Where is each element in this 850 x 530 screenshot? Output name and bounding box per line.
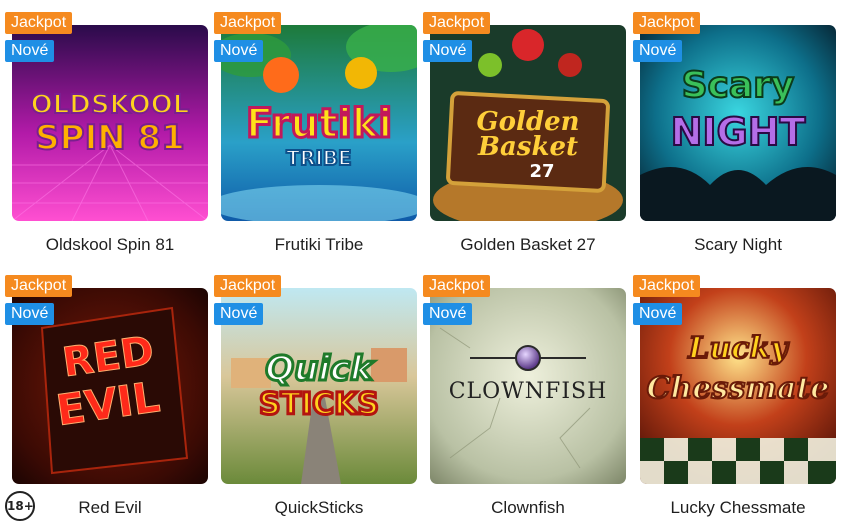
game-title[interactable]: Lucky Chessmate	[640, 498, 836, 518]
new-badge: Nové	[5, 40, 55, 62]
logo-line-2: TRIBE	[286, 146, 351, 170]
new-badge: Nové	[214, 303, 264, 325]
new-badge: Nové	[633, 40, 683, 62]
logo-line-1: Frutiki	[246, 101, 392, 147]
jackpot-badge: Jackpot	[5, 12, 73, 34]
game-title[interactable]: Oldskool Spin 81	[12, 235, 208, 255]
game-title[interactable]: Scary Night	[640, 235, 836, 255]
jackpot-badge: Jackpot	[633, 275, 701, 297]
logo-line-1: Quick	[265, 349, 375, 389]
age-restriction-badge: 18+	[5, 491, 35, 521]
jackpot-badge: Jackpot	[214, 12, 282, 34]
logo-line-1: OLDSKOOL	[31, 90, 190, 120]
jackpot-badge: Jackpot	[423, 275, 491, 297]
logo-line-2: Basket	[477, 132, 578, 162]
logo-line-1: Lucky	[687, 331, 790, 366]
jackpot-badge: Jackpot	[423, 12, 491, 34]
logo-line-1: CLOWNFISH	[449, 379, 608, 404]
game-title[interactable]: Frutiki Tribe	[221, 235, 417, 255]
jackpot-badge: Jackpot	[214, 275, 282, 297]
new-badge: Nové	[423, 303, 473, 325]
logo-line-2: STICKS	[259, 387, 379, 422]
game-title[interactable]: QuickSticks	[221, 498, 417, 518]
jackpot-badge: Jackpot	[5, 275, 73, 297]
game-title[interactable]: Red Evil	[12, 498, 208, 518]
jackpot-badge: Jackpot	[633, 12, 701, 34]
game-grid: OLDSKOOL SPIN 81 Jackpot Nové Oldskool S…	[0, 0, 850, 530]
new-badge: Nové	[633, 303, 683, 325]
logo-line-2: Chessmate	[647, 371, 830, 406]
game-title[interactable]: Clownfish	[430, 498, 626, 518]
logo-line-1: Scary	[682, 65, 795, 106]
logo-line-2: SPIN 81	[35, 118, 185, 158]
logo-line-3: 27	[529, 161, 554, 182]
game-title[interactable]: Golden Basket 27	[430, 235, 626, 255]
new-badge: Nové	[423, 40, 473, 62]
new-badge: Nové	[5, 303, 55, 325]
logo-line-2: NIGHT	[671, 110, 806, 154]
new-badge: Nové	[214, 40, 264, 62]
